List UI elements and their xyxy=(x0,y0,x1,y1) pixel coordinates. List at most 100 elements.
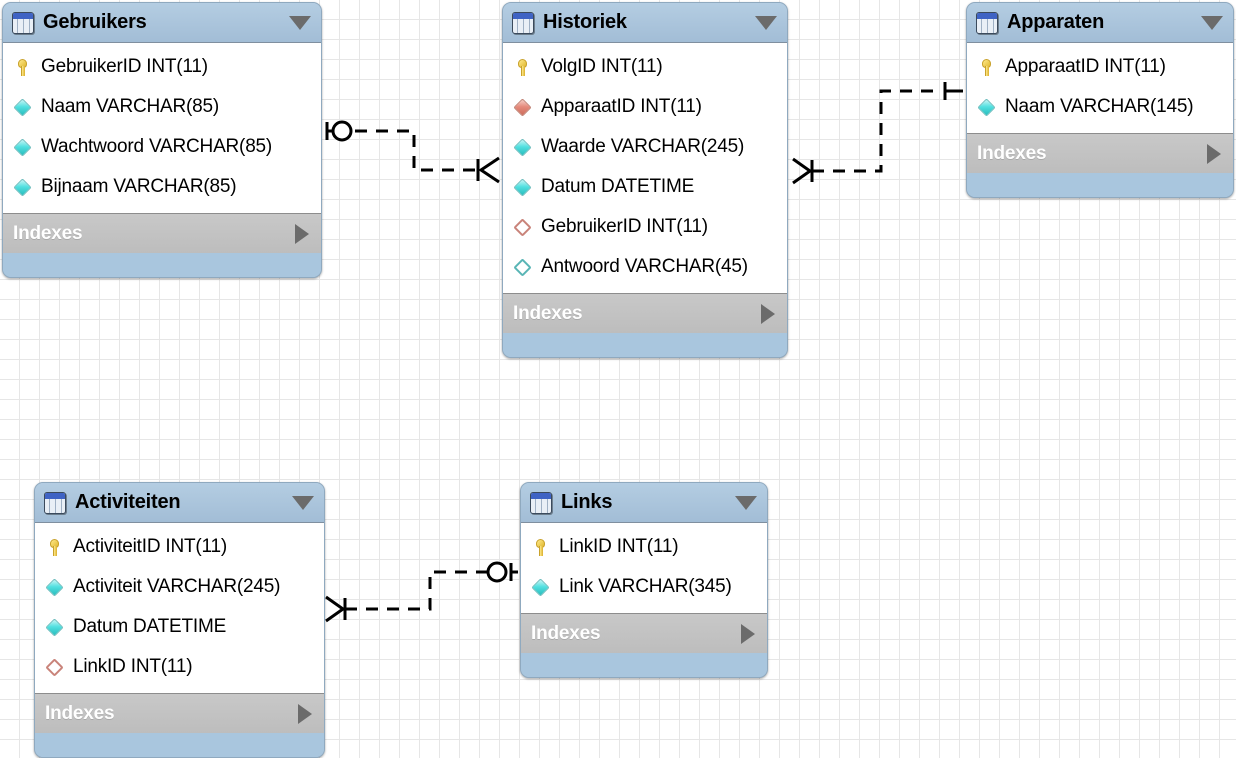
triangle-right-icon[interactable] xyxy=(298,703,312,724)
table-header-apparaten[interactable]: Apparaten xyxy=(967,3,1233,42)
relationship-activiteiten-links[interactable] xyxy=(325,561,518,623)
column-label: ActiviteitID INT(11) xyxy=(73,536,228,557)
table-icon xyxy=(512,11,534,34)
column-label: Bijnaam VARCHAR(85) xyxy=(41,176,237,197)
cardinality-crowsfoot xyxy=(478,156,500,184)
indexes-label: Indexes xyxy=(13,222,83,244)
table-header-gebruikers[interactable]: Gebruikers xyxy=(3,3,321,42)
column-label: ApparaatID INT(11) xyxy=(1005,56,1166,77)
table-row[interactable]: Bijnaam VARCHAR(85) xyxy=(3,167,321,207)
table-row[interactable]: ApparaatID INT(11) xyxy=(967,47,1233,87)
table-row[interactable]: Waarde VARCHAR(245) xyxy=(503,127,787,167)
column-cyan-filled-icon xyxy=(977,98,996,117)
table-footer-historiek xyxy=(503,333,787,357)
table-row[interactable]: Activiteit VARCHAR(245) xyxy=(35,567,324,607)
foreign-key-red-filled-icon xyxy=(513,98,532,117)
triangle-down-icon[interactable] xyxy=(289,15,311,30)
table-columns-links: LinkID INT(11) Link VARCHAR(345) xyxy=(521,522,767,613)
table-row[interactable]: LinkID INT(11) xyxy=(521,527,767,567)
table-row[interactable]: Datum DATETIME xyxy=(503,167,787,207)
column-label: Wachtwoord VARCHAR(85) xyxy=(41,136,273,157)
table-row[interactable]: GebruikerID INT(11) xyxy=(3,47,321,87)
triangle-down-icon[interactable] xyxy=(292,495,314,510)
indexes-section-apparaten[interactable]: Indexes xyxy=(967,133,1233,173)
table-row[interactable]: Link VARCHAR(345) xyxy=(521,567,767,607)
indexes-section-activiteiten[interactable]: Indexes xyxy=(35,693,324,733)
column-label: Datum DATETIME xyxy=(73,616,227,637)
table-header-activiteiten[interactable]: Activiteiten xyxy=(35,483,324,522)
relationship-line xyxy=(345,570,488,611)
table-node-activiteiten[interactable]: Activiteiten ActiviteitID INT(11) Activite… xyxy=(34,482,325,758)
column-label: GebruikerID INT(11) xyxy=(41,56,208,77)
column-cyan-filled-icon xyxy=(13,178,32,197)
primary-key-icon xyxy=(45,538,64,557)
table-icon xyxy=(44,491,66,514)
cardinality-crowsfoot xyxy=(792,157,813,185)
table-title: Links xyxy=(561,491,613,513)
relationship-line xyxy=(355,129,478,172)
table-footer-apparaten xyxy=(967,173,1233,197)
column-cyan-filled-icon xyxy=(45,618,64,637)
column-label: LinkID INT(11) xyxy=(73,656,193,677)
column-cyan-open-icon xyxy=(513,258,532,277)
column-cyan-filled-icon xyxy=(531,578,550,597)
triangle-right-icon[interactable] xyxy=(295,223,309,244)
column-cyan-filled-icon xyxy=(45,578,64,597)
column-label: Datum DATETIME xyxy=(541,176,695,197)
relationship-historiek-apparaten[interactable] xyxy=(792,82,963,185)
table-columns-activiteiten: ActiviteitID INT(11) Activiteit VARCHAR(2… xyxy=(35,522,324,693)
table-row[interactable]: LinkID INT(11) xyxy=(35,647,324,687)
table-title: Historiek xyxy=(543,11,627,33)
table-row[interactable]: Wachtwoord VARCHAR(85) xyxy=(3,127,321,167)
column-cyan-filled-icon xyxy=(513,178,532,197)
table-title: Activiteiten xyxy=(75,491,181,513)
primary-key-icon xyxy=(977,58,996,77)
table-header-historiek[interactable]: Historiek xyxy=(503,3,787,42)
foreign-key-red-open-icon xyxy=(513,218,532,237)
indexes-label: Indexes xyxy=(513,302,583,324)
triangle-right-icon[interactable] xyxy=(741,623,755,644)
triangle-right-icon[interactable] xyxy=(761,303,775,324)
table-header-links[interactable]: Links xyxy=(521,483,767,522)
table-row[interactable]: ActiviteitID INT(11) xyxy=(35,527,324,567)
indexes-section-gebruikers[interactable]: Indexes xyxy=(3,213,321,253)
column-label: LinkID INT(11) xyxy=(559,536,679,557)
table-node-links[interactable]: Links LinkID INT(11) Link VARCHAR(345) Inde… xyxy=(520,482,768,678)
triangle-down-icon[interactable] xyxy=(735,495,757,510)
relationship-gebruikers-historiek[interactable] xyxy=(325,120,500,184)
table-row[interactable]: GebruikerID INT(11) xyxy=(503,207,787,247)
table-icon xyxy=(976,11,998,34)
cardinality-zero-circle xyxy=(331,120,353,142)
table-node-apparaten[interactable]: Apparaten ApparaatID INT(11) Naam VARCHAR(… xyxy=(966,2,1234,198)
table-row[interactable]: ApparaatID INT(11) xyxy=(503,87,787,127)
triangle-down-icon[interactable] xyxy=(755,15,777,30)
primary-key-icon xyxy=(13,58,32,77)
table-title: Apparaten xyxy=(1007,11,1105,33)
triangle-down-icon[interactable] xyxy=(1201,15,1223,30)
indexes-label: Indexes xyxy=(531,622,601,644)
relationship-line xyxy=(812,89,938,173)
indexes-section-historiek[interactable]: Indexes xyxy=(503,293,787,333)
column-cyan-filled-icon xyxy=(13,138,32,157)
column-label: GebruikerID INT(11) xyxy=(541,216,708,237)
table-row[interactable]: Antwoord VARCHAR(45) xyxy=(503,247,787,287)
table-footer-activiteiten xyxy=(35,733,324,757)
cardinality-zero-circle xyxy=(486,561,508,583)
table-node-gebruikers[interactable]: Gebruikers GebruikerID INT(11) Naam VARCHA… xyxy=(2,2,322,278)
column-label: Waarde VARCHAR(245) xyxy=(541,136,745,157)
column-label: Naam VARCHAR(145) xyxy=(1005,96,1194,117)
column-cyan-filled-icon xyxy=(13,98,32,117)
table-row[interactable]: Datum DATETIME xyxy=(35,607,324,647)
primary-key-icon xyxy=(531,538,550,557)
table-node-historiek[interactable]: Historiek VolgID INT(11) ApparaatID INT(11… xyxy=(502,2,788,358)
column-label: ApparaatID INT(11) xyxy=(541,96,702,117)
table-row[interactable]: Naam VARCHAR(85) xyxy=(3,87,321,127)
column-label: Link VARCHAR(345) xyxy=(559,576,732,597)
column-cyan-filled-icon xyxy=(513,138,532,157)
table-row[interactable]: VolgID INT(11) xyxy=(503,47,787,87)
foreign-key-red-open-icon xyxy=(45,658,64,677)
table-row[interactable]: Naam VARCHAR(145) xyxy=(967,87,1233,127)
triangle-right-icon[interactable] xyxy=(1207,143,1221,164)
eer-diagram-canvas[interactable]: Gebruikers GebruikerID INT(11) Naam VARCHA… xyxy=(0,0,1236,758)
indexes-section-links[interactable]: Indexes xyxy=(521,613,767,653)
